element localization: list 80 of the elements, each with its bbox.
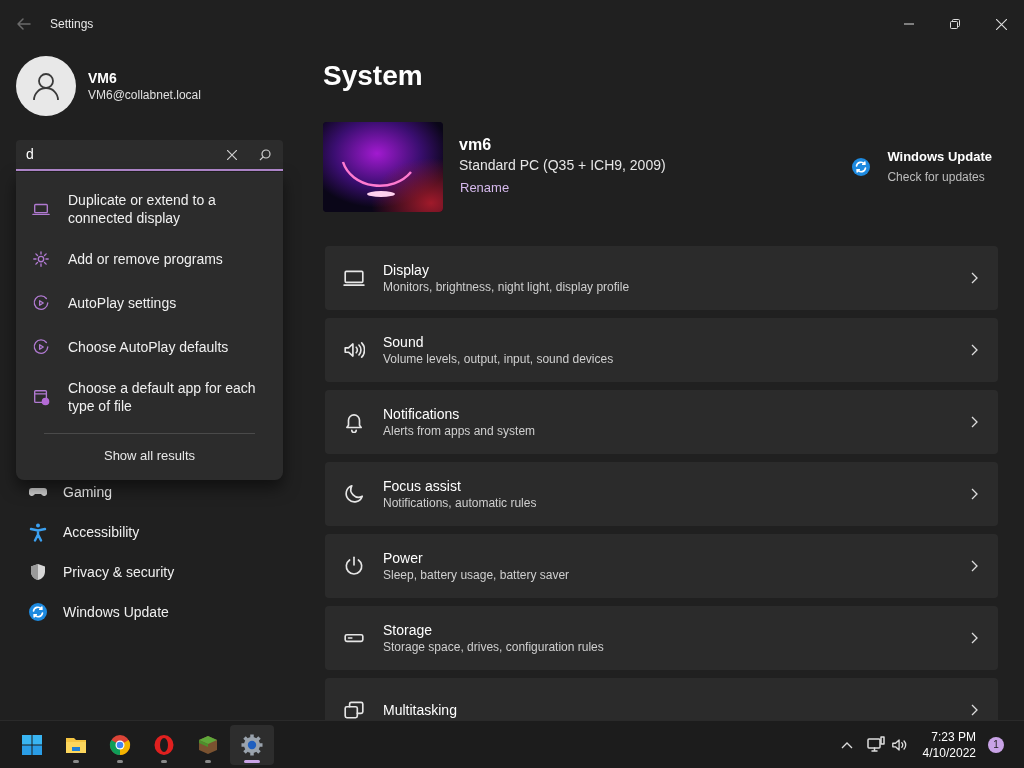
setting-subtitle: Volume levels, output, input, sound devices [383, 350, 615, 368]
running-indicator [244, 759, 260, 763]
setting-title: Notifications [383, 404, 461, 423]
chevron-right-icon [970, 416, 978, 428]
page-title: System [323, 60, 424, 92]
settings-card[interactable]: Display Monitors, brightness, night light, display profile [325, 246, 998, 310]
profile-email: VM6@collabnet.local [88, 87, 201, 103]
back-arrow-icon[interactable] [16, 16, 32, 32]
suggestion-item[interactable]: AutoPlay settings [16, 281, 283, 325]
profile-name: VM6 [88, 69, 118, 87]
running-indicator [205, 759, 211, 763]
setting-title: Storage [383, 620, 434, 639]
settings-card[interactable]: Storage Storage space, drives, configuration rules [325, 606, 998, 670]
settings-card[interactable]: Multitasking [325, 678, 998, 720]
person-icon [31, 71, 61, 101]
update-subtitle: Check for updates [887, 169, 986, 186]
setting-subtitle: Notifications, automatic rules [383, 494, 538, 512]
window-title: Settings [50, 16, 94, 33]
power-icon [343, 555, 365, 577]
accessibility-icon [28, 522, 48, 542]
settings-card[interactable]: Sound Volume levels, output, input, sound devices [325, 318, 998, 382]
suggestion-item[interactable]: Add or remove programs [16, 237, 283, 281]
chevron-right-icon [970, 272, 978, 284]
windows-logo-icon [20, 732, 44, 757]
chrome-icon [108, 732, 132, 757]
chevron-up-icon[interactable] [840, 740, 853, 749]
running-indicator [73, 759, 79, 763]
setting-title: Sound [383, 332, 425, 351]
setting-title: Display [383, 260, 430, 279]
device-model: Standard PC (Q35 + ICH9, 2009) [459, 156, 666, 175]
windows-icon [343, 699, 365, 720]
shield-icon [28, 562, 48, 582]
suggestion-item[interactable]: Duplicate or extend to a connected display [16, 181, 283, 237]
suggestion-item[interactable]: Choose a default app for each type of file [16, 369, 283, 425]
sync-icon [28, 602, 48, 622]
update-title[interactable]: Windows Update [887, 147, 992, 167]
chevron-right-icon [970, 704, 978, 716]
setting-title: Multitasking [383, 701, 458, 719]
opera-icon [152, 732, 176, 757]
setting-subtitle: Storage space, drives, configuration rules [383, 638, 605, 656]
setting-subtitle: Alerts from apps and system [383, 422, 537, 440]
clock-time[interactable]: 7:23 PM [931, 728, 976, 745]
moon-icon [343, 483, 365, 505]
chevron-right-icon [970, 632, 978, 644]
search-icon[interactable] [259, 148, 271, 161]
nav-item[interactable]: Gaming [4, 472, 296, 512]
search-input[interactable]: d [16, 144, 227, 165]
play-circle-icon [32, 294, 50, 312]
speaker-icon [343, 339, 365, 361]
search-field[interactable]: d [16, 140, 283, 171]
running-indicator [161, 759, 167, 763]
settings-card[interactable]: Notifications Alerts from apps and system [325, 390, 998, 454]
chevron-right-icon [970, 488, 978, 500]
restore-icon [950, 19, 960, 29]
nav-item[interactable]: Windows Update [4, 592, 296, 632]
settings-card[interactable]: Focus assist Notifications, automatic rules [325, 462, 998, 526]
chevron-right-icon [970, 344, 978, 356]
setting-title: Power [383, 548, 424, 567]
nav-item[interactable]: Privacy & security [4, 552, 296, 592]
settings-card[interactable]: Power Sleep, battery usage, battery saver [325, 534, 998, 598]
setting-subtitle: Monitors, brightness, night light, display profile [383, 278, 631, 296]
app-check-icon [32, 388, 50, 406]
clear-icon[interactable] [227, 149, 237, 160]
setting-title: Focus assist [383, 476, 462, 495]
chevron-right-icon [970, 560, 978, 572]
show-all-results-link[interactable]: Show all results [95, 442, 203, 470]
sync-icon [851, 157, 872, 177]
nav-item[interactable]: Accessibility [4, 512, 296, 552]
clock-date[interactable]: 4/10/2022 [922, 744, 976, 761]
close-icon [995, 18, 1007, 30]
device-name: vm6 [459, 135, 493, 155]
rename-link[interactable]: Rename [459, 178, 511, 198]
suggestion-item[interactable]: Choose AutoPlay defaults [16, 325, 283, 369]
network-icon[interactable] [866, 735, 885, 754]
play-circle-icon [32, 338, 50, 356]
running-indicator [117, 759, 123, 763]
taskbar-button[interactable] [230, 724, 274, 765]
bell-icon [343, 411, 365, 433]
notification-badge[interactable]: 1 [988, 736, 1004, 753]
setting-subtitle: Sleep, battery usage, battery saver [383, 566, 571, 584]
